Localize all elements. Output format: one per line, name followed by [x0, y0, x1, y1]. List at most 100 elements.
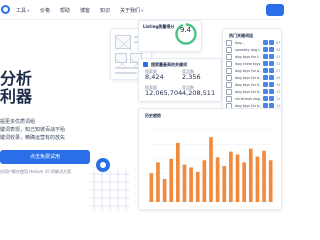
keyword-count: 44 — [276, 47, 281, 52]
keyword-row[interactable]: dog toys for b... 15 — [226, 82, 280, 88]
keyword-text: dog toys for b... — [235, 89, 261, 94]
copy-icon[interactable] — [269, 82, 274, 87]
checkbox[interactable] — [226, 68, 232, 74]
external-link-icon[interactable] — [263, 82, 268, 87]
bar — [262, 150, 266, 202]
score-value: 9.4 — [180, 26, 192, 34]
keyword-count: 10 — [276, 103, 281, 108]
bar — [149, 173, 154, 202]
checkbox[interactable] — [226, 89, 232, 95]
hero-footnote: 佳用户都在使用 Helium 10 的解决方案 — [0, 169, 72, 174]
copy-icon[interactable] — [269, 68, 274, 73]
bar — [242, 162, 246, 202]
bar — [248, 148, 253, 202]
listing-score-title: Listing质量得分 — [143, 24, 175, 29]
checkbox[interactable] — [226, 54, 232, 60]
checkbox[interactable] — [226, 61, 232, 67]
external-link-icon[interactable] — [263, 96, 268, 101]
chevron-down-icon: ▾ — [26, 8, 30, 13]
external-link-icon[interactable] — [263, 47, 268, 52]
checkbox[interactable] — [226, 82, 232, 88]
keyword-row[interactable]: dog toys for b... 13 — [226, 89, 280, 95]
keyword-text: dog toys for b... — [235, 75, 261, 80]
bar — [215, 157, 220, 202]
wireframe-image — [115, 35, 133, 52]
keyword-row[interactable]: dog toys for b... 26 — [226, 75, 280, 81]
external-link-icon[interactable] — [263, 89, 268, 94]
nav-blog[interactable]: 博客 — [80, 7, 90, 14]
helium10-logo[interactable] — [1, 5, 10, 14]
keyword-text: dog toys for b... — [235, 82, 261, 87]
wireframe-line — [115, 72, 137, 74]
keyword-row[interactable]: dog chew toys 31 — [226, 61, 280, 67]
external-link-icon[interactable] — [263, 40, 268, 45]
keyword-count: 31 — [276, 61, 281, 66]
keyword-count: 15 — [276, 82, 281, 87]
keyword-row[interactable]: dog toys for t... 41 — [226, 54, 280, 60]
wireframe-image — [115, 53, 129, 70]
checkbox[interactable] — [226, 96, 232, 102]
search-icon — [143, 62, 148, 67]
keyword-text: squeaky dog t... — [235, 47, 261, 52]
checkbox[interactable] — [226, 40, 232, 46]
stat-value: 12,065,704 — [145, 89, 183, 97]
copy-icon[interactable] — [269, 96, 274, 101]
external-link-icon[interactable] — [263, 61, 268, 66]
chevron-down-icon: ▾ — [140, 8, 144, 13]
keyword-text: dog toys for b... — [235, 103, 261, 108]
bar — [162, 178, 167, 202]
keyword-text: dog chew toys — [235, 61, 261, 66]
location-pin-icon — [96, 158, 110, 172]
keyword-row[interactable]: dog... 63 — [226, 40, 280, 46]
hero-description: 掘更多优质词组 键词表现，知己知彼百战不殆 键词收录，精确运营有的放矢 — [0, 119, 66, 141]
hero-title: 分析 利器 — [0, 69, 33, 106]
stat-value: 2,356 — [182, 73, 201, 81]
bar — [156, 162, 160, 202]
bar — [255, 156, 260, 202]
nav-pricing[interactable]: 价格 — [40, 7, 50, 14]
nav-signup-button[interactable] — [266, 4, 284, 16]
top-nav: 工具 ▾ 价格 帮助 博客 知识 关于我们 ▾ — [0, 0, 284, 20]
stat-value: 4,208,511 — [182, 89, 216, 97]
keyword-row[interactable]: squeaky dog t... 44 — [226, 47, 280, 53]
bar — [182, 164, 187, 202]
keyword-text: dog toys for t... — [235, 54, 261, 59]
keyword-text: christmas dog... — [235, 96, 261, 101]
bar — [169, 158, 174, 202]
keyword-row[interactable]: dog toys for b... 27 — [226, 68, 280, 74]
keyword-count: 11 — [276, 96, 281, 101]
copy-icon[interactable] — [269, 89, 274, 94]
bar — [176, 142, 180, 202]
keyword-text: dog... — [235, 40, 245, 45]
free-trial-button[interactable]: 点击免费试用 — [0, 150, 90, 164]
keyword-row[interactable]: christmas dog... 11 — [226, 96, 280, 102]
nav-knowledge[interactable]: 知识 — [100, 7, 110, 14]
history-bar-chart — [148, 129, 274, 203]
external-link-icon[interactable] — [263, 75, 268, 80]
copy-icon[interactable] — [269, 61, 274, 66]
bar — [235, 154, 240, 202]
copy-icon[interactable] — [269, 75, 274, 80]
external-link-icon[interactable] — [263, 54, 268, 59]
nav-tools[interactable]: 工具 ▾ — [16, 7, 29, 14]
bar — [209, 137, 213, 202]
bar — [189, 167, 193, 202]
bar — [229, 151, 233, 202]
nav-help[interactable]: 帮助 — [60, 7, 70, 14]
keyword-count: 41 — [276, 54, 281, 59]
nav-about[interactable]: 关于我们 ▾ — [120, 7, 143, 14]
keyword-count: 26 — [276, 75, 281, 80]
external-link-icon[interactable] — [263, 68, 268, 73]
copy-icon[interactable] — [269, 40, 274, 45]
checkbox[interactable] — [226, 47, 232, 53]
keyword-count: 63 — [276, 40, 281, 45]
bar — [195, 171, 200, 202]
decorative-grid — [90, 170, 130, 210]
bar — [202, 160, 207, 202]
keywords-panel-title: 热门关键词组 — [229, 33, 253, 38]
copy-icon[interactable] — [269, 54, 274, 59]
stats-panel-title: 搜索量最高的关键词 — [151, 62, 187, 67]
keyword-count: 27 — [276, 68, 281, 73]
copy-icon[interactable] — [269, 47, 274, 52]
checkbox[interactable] — [226, 75, 232, 81]
